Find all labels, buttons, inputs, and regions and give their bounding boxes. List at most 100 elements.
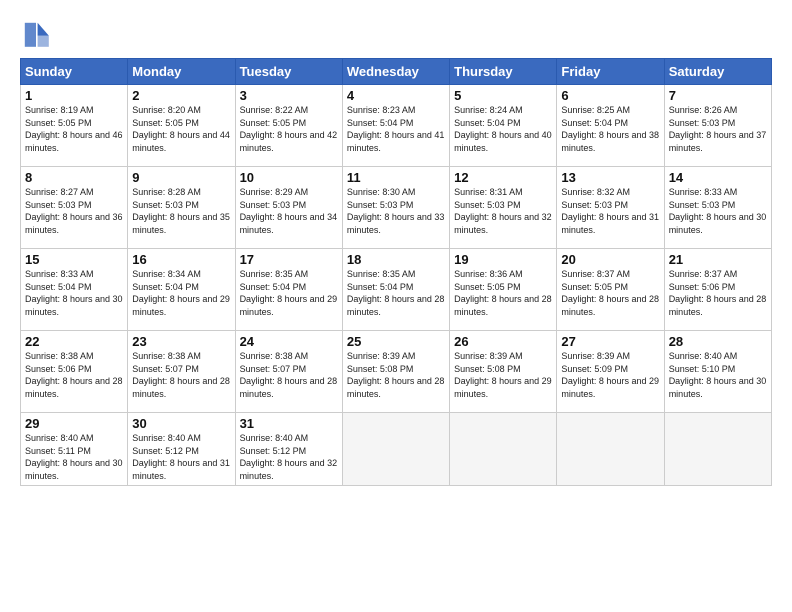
day-info: Sunrise: 8:37 AMSunset: 5:06 PMDaylight:… (669, 268, 767, 318)
day-info: Sunrise: 8:40 AMSunset: 5:10 PMDaylight:… (669, 350, 767, 400)
calendar-week-row: 22Sunrise: 8:38 AMSunset: 5:06 PMDayligh… (21, 331, 772, 413)
calendar-day: 12Sunrise: 8:31 AMSunset: 5:03 PMDayligh… (450, 167, 557, 249)
calendar-day: 1Sunrise: 8:19 AMSunset: 5:05 PMDaylight… (21, 85, 128, 167)
day-number: 19 (454, 252, 552, 267)
calendar-day: 9Sunrise: 8:28 AMSunset: 5:03 PMDaylight… (128, 167, 235, 249)
day-info: Sunrise: 8:33 AMSunset: 5:03 PMDaylight:… (669, 186, 767, 236)
calendar-week-row: 8Sunrise: 8:27 AMSunset: 5:03 PMDaylight… (21, 167, 772, 249)
day-number: 28 (669, 334, 767, 349)
day-header-monday: Monday (128, 59, 235, 85)
calendar-day: 22Sunrise: 8:38 AMSunset: 5:06 PMDayligh… (21, 331, 128, 413)
calendar-day (342, 413, 449, 486)
day-number: 22 (25, 334, 123, 349)
calendar-day: 27Sunrise: 8:39 AMSunset: 5:09 PMDayligh… (557, 331, 664, 413)
day-info: Sunrise: 8:24 AMSunset: 5:04 PMDaylight:… (454, 104, 552, 154)
day-header-sunday: Sunday (21, 59, 128, 85)
calendar-day: 2Sunrise: 8:20 AMSunset: 5:05 PMDaylight… (128, 85, 235, 167)
calendar-day: 17Sunrise: 8:35 AMSunset: 5:04 PMDayligh… (235, 249, 342, 331)
calendar-day: 25Sunrise: 8:39 AMSunset: 5:08 PMDayligh… (342, 331, 449, 413)
day-number: 31 (240, 416, 338, 431)
day-info: Sunrise: 8:28 AMSunset: 5:03 PMDaylight:… (132, 186, 230, 236)
day-number: 5 (454, 88, 552, 103)
day-info: Sunrise: 8:32 AMSunset: 5:03 PMDaylight:… (561, 186, 659, 236)
day-header-friday: Friday (557, 59, 664, 85)
day-header-thursday: Thursday (450, 59, 557, 85)
day-info: Sunrise: 8:38 AMSunset: 5:07 PMDaylight:… (132, 350, 230, 400)
day-header-tuesday: Tuesday (235, 59, 342, 85)
header (20, 18, 772, 50)
day-number: 16 (132, 252, 230, 267)
day-number: 15 (25, 252, 123, 267)
calendar-day: 16Sunrise: 8:34 AMSunset: 5:04 PMDayligh… (128, 249, 235, 331)
day-number: 6 (561, 88, 659, 103)
calendar-day: 5Sunrise: 8:24 AMSunset: 5:04 PMDaylight… (450, 85, 557, 167)
day-number: 26 (454, 334, 552, 349)
day-info: Sunrise: 8:38 AMSunset: 5:06 PMDaylight:… (25, 350, 123, 400)
calendar-week-row: 15Sunrise: 8:33 AMSunset: 5:04 PMDayligh… (21, 249, 772, 331)
day-number: 30 (132, 416, 230, 431)
day-number: 29 (25, 416, 123, 431)
day-number: 24 (240, 334, 338, 349)
calendar-day: 11Sunrise: 8:30 AMSunset: 5:03 PMDayligh… (342, 167, 449, 249)
day-number: 18 (347, 252, 445, 267)
day-number: 9 (132, 170, 230, 185)
day-info: Sunrise: 8:26 AMSunset: 5:03 PMDaylight:… (669, 104, 767, 154)
day-number: 2 (132, 88, 230, 103)
day-number: 11 (347, 170, 445, 185)
logo (20, 18, 56, 50)
calendar-day: 20Sunrise: 8:37 AMSunset: 5:05 PMDayligh… (557, 249, 664, 331)
day-info: Sunrise: 8:19 AMSunset: 5:05 PMDaylight:… (25, 104, 123, 154)
day-info: Sunrise: 8:37 AMSunset: 5:05 PMDaylight:… (561, 268, 659, 318)
day-number: 21 (669, 252, 767, 267)
day-header-wednesday: Wednesday (342, 59, 449, 85)
calendar-day: 10Sunrise: 8:29 AMSunset: 5:03 PMDayligh… (235, 167, 342, 249)
day-info: Sunrise: 8:22 AMSunset: 5:05 PMDaylight:… (240, 104, 338, 154)
day-info: Sunrise: 8:39 AMSunset: 5:08 PMDaylight:… (347, 350, 445, 400)
day-number: 3 (240, 88, 338, 103)
day-info: Sunrise: 8:20 AMSunset: 5:05 PMDaylight:… (132, 104, 230, 154)
day-info: Sunrise: 8:30 AMSunset: 5:03 PMDaylight:… (347, 186, 445, 236)
calendar-body: 1Sunrise: 8:19 AMSunset: 5:05 PMDaylight… (21, 85, 772, 486)
day-info: Sunrise: 8:25 AMSunset: 5:04 PMDaylight:… (561, 104, 659, 154)
day-info: Sunrise: 8:27 AMSunset: 5:03 PMDaylight:… (25, 186, 123, 236)
calendar-day: 7Sunrise: 8:26 AMSunset: 5:03 PMDaylight… (664, 85, 771, 167)
day-number: 14 (669, 170, 767, 185)
logo-icon (20, 18, 52, 50)
day-number: 10 (240, 170, 338, 185)
day-number: 27 (561, 334, 659, 349)
calendar-header-row: SundayMondayTuesdayWednesdayThursdayFrid… (21, 59, 772, 85)
calendar-week-row: 29Sunrise: 8:40 AMSunset: 5:11 PMDayligh… (21, 413, 772, 486)
calendar-day: 28Sunrise: 8:40 AMSunset: 5:10 PMDayligh… (664, 331, 771, 413)
day-info: Sunrise: 8:40 AMSunset: 5:12 PMDaylight:… (132, 432, 230, 482)
day-number: 20 (561, 252, 659, 267)
calendar: SundayMondayTuesdayWednesdayThursdayFrid… (20, 58, 772, 486)
day-info: Sunrise: 8:36 AMSunset: 5:05 PMDaylight:… (454, 268, 552, 318)
day-number: 13 (561, 170, 659, 185)
day-info: Sunrise: 8:23 AMSunset: 5:04 PMDaylight:… (347, 104, 445, 154)
calendar-day: 29Sunrise: 8:40 AMSunset: 5:11 PMDayligh… (21, 413, 128, 486)
calendar-day: 26Sunrise: 8:39 AMSunset: 5:08 PMDayligh… (450, 331, 557, 413)
day-number: 25 (347, 334, 445, 349)
calendar-day: 3Sunrise: 8:22 AMSunset: 5:05 PMDaylight… (235, 85, 342, 167)
day-number: 4 (347, 88, 445, 103)
day-header-saturday: Saturday (664, 59, 771, 85)
day-number: 12 (454, 170, 552, 185)
calendar-day: 30Sunrise: 8:40 AMSunset: 5:12 PMDayligh… (128, 413, 235, 486)
calendar-day (664, 413, 771, 486)
calendar-day (557, 413, 664, 486)
day-number: 1 (25, 88, 123, 103)
day-info: Sunrise: 8:35 AMSunset: 5:04 PMDaylight:… (240, 268, 338, 318)
calendar-day: 24Sunrise: 8:38 AMSunset: 5:07 PMDayligh… (235, 331, 342, 413)
day-info: Sunrise: 8:33 AMSunset: 5:04 PMDaylight:… (25, 268, 123, 318)
calendar-day: 4Sunrise: 8:23 AMSunset: 5:04 PMDaylight… (342, 85, 449, 167)
day-info: Sunrise: 8:39 AMSunset: 5:08 PMDaylight:… (454, 350, 552, 400)
calendar-day: 21Sunrise: 8:37 AMSunset: 5:06 PMDayligh… (664, 249, 771, 331)
calendar-day: 18Sunrise: 8:35 AMSunset: 5:04 PMDayligh… (342, 249, 449, 331)
calendar-day: 19Sunrise: 8:36 AMSunset: 5:05 PMDayligh… (450, 249, 557, 331)
day-number: 7 (669, 88, 767, 103)
calendar-day (450, 413, 557, 486)
day-info: Sunrise: 8:38 AMSunset: 5:07 PMDaylight:… (240, 350, 338, 400)
calendar-week-row: 1Sunrise: 8:19 AMSunset: 5:05 PMDaylight… (21, 85, 772, 167)
calendar-day: 14Sunrise: 8:33 AMSunset: 5:03 PMDayligh… (664, 167, 771, 249)
day-info: Sunrise: 8:40 AMSunset: 5:11 PMDaylight:… (25, 432, 123, 482)
